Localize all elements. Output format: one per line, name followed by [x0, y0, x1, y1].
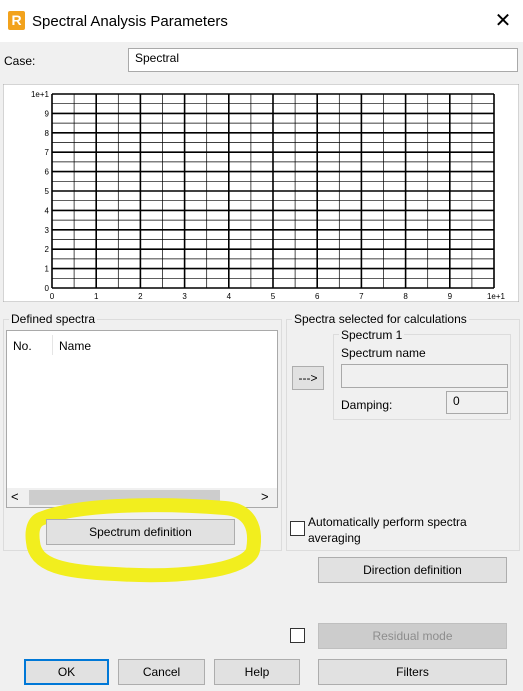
column-divider	[52, 335, 53, 355]
x-tick-label: 0	[50, 292, 55, 301]
x-tick-label: 1	[94, 292, 99, 301]
x-tick-label: 8	[403, 292, 408, 301]
column-header-no[interactable]: No.	[13, 339, 32, 353]
case-label: Case:	[4, 54, 36, 68]
x-tick-label: 7	[359, 292, 364, 301]
spectrum-definition-button[interactable]: Spectrum definition	[46, 519, 235, 545]
cancel-button[interactable]: Cancel	[118, 659, 205, 685]
y-tick-label: 1	[45, 265, 50, 274]
x-tick-label: 5	[271, 292, 276, 301]
ok-button[interactable]: OK	[24, 659, 109, 685]
y-tick-label: 0	[45, 284, 50, 293]
help-button[interactable]: Help	[214, 659, 300, 685]
residual-mode-checkbox[interactable]	[290, 628, 305, 643]
spectrum-name-label: Spectrum name	[341, 346, 426, 360]
x-tick-label: 3	[182, 292, 187, 301]
x-tick-label: 2	[138, 292, 143, 301]
y-tick-label: 5	[45, 187, 50, 196]
y-tick-label: 3	[45, 226, 50, 235]
spectrum-chart: 0 1 2 3 4 5 6 7 8 9 1e+1 0 1 2 3 4 5 6 7 8 9 1e+1	[3, 84, 519, 302]
scroll-right-icon[interactable]: >	[261, 489, 269, 504]
app-icon: R	[8, 11, 25, 30]
y-tick-label: 1e+1	[31, 90, 50, 99]
defined-spectra-title: Defined spectra	[9, 312, 98, 326]
scroll-left-icon[interactable]: <	[11, 489, 19, 504]
y-tick-label: 4	[45, 206, 50, 215]
y-tick-label: 2	[45, 245, 50, 254]
spectrum-1-title: Spectrum 1	[339, 328, 405, 342]
defined-spectra-list[interactable]: No. Name < >	[6, 330, 278, 508]
damping-field[interactable]: 0	[446, 391, 508, 414]
window-title: Spectral Analysis Parameters	[32, 13, 228, 30]
direction-definition-button[interactable]: Direction definition	[318, 557, 507, 583]
chart-grid	[51, 93, 495, 289]
auto-average-checkbox[interactable]	[290, 521, 305, 536]
selected-spectra-title: Spectra selected for calculations	[292, 312, 469, 326]
x-tick-label: 9	[448, 292, 453, 301]
y-tick-label: 6	[45, 168, 50, 177]
damping-label: Damping:	[341, 398, 393, 412]
x-tick-label: 6	[315, 292, 320, 301]
auto-average-label-line2: averaging	[308, 531, 361, 545]
residual-mode-button[interactable]: Residual mode	[318, 623, 507, 649]
filters-button[interactable]: Filters	[318, 659, 507, 685]
close-icon[interactable]: ✕	[492, 10, 514, 32]
x-tick-label: 1e+1	[487, 292, 506, 301]
auto-average-label-line1: Automatically perform spectra	[308, 515, 467, 529]
case-input[interactable]: Spectral	[128, 48, 518, 72]
y-tick-label: 8	[45, 129, 50, 138]
x-tick-label: 4	[227, 292, 232, 301]
y-tick-label: 9	[45, 109, 50, 118]
y-tick-label: 7	[45, 148, 50, 157]
spectrum-name-field[interactable]	[341, 364, 508, 388]
column-header-name[interactable]: Name	[59, 339, 91, 353]
